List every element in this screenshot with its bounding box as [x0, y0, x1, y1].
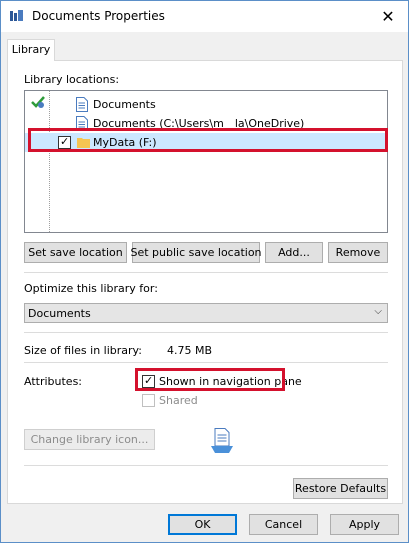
set-public-save-location-button[interactable]: Set public save location	[130, 242, 262, 263]
location-name: Documents	[93, 98, 156, 111]
separator	[24, 465, 388, 466]
library-app-icon	[10, 10, 23, 21]
optimize-selected-value: Documents	[28, 307, 91, 320]
close-icon: ✕	[381, 7, 395, 26]
list-item-selected[interactable]: ✓ MyData (F:)	[25, 133, 387, 152]
size-label: Size of files in library:	[24, 344, 142, 357]
shown-in-nav-pane-label: Shown in navigation pane	[159, 375, 302, 388]
shared-checkbox[interactable]	[142, 394, 155, 407]
ok-button[interactable]: OK	[168, 514, 237, 535]
optimize-dropdown[interactable]: Documents ⌵	[24, 303, 388, 323]
tab-library[interactable]: Library	[7, 39, 55, 61]
properties-window: Documents Properties ✕ Library Library l…	[0, 0, 409, 543]
shown-in-nav-pane-checkbox[interactable]: ✓	[142, 374, 155, 388]
library-locations-list[interactable]: Documents Documents (C:\Users\m__la\OneD…	[24, 90, 388, 233]
apply-button[interactable]: Apply	[330, 514, 399, 535]
mydata-checkbox[interactable]: ✓	[58, 135, 71, 149]
cancel-button[interactable]: Cancel	[249, 514, 318, 535]
optimize-label: Optimize this library for:	[24, 282, 158, 295]
list-item[interactable]: Documents	[25, 95, 387, 114]
title-bar: Documents Properties ✕	[1, 1, 408, 32]
separator	[24, 362, 388, 363]
shared-label: Shared	[159, 394, 198, 407]
separator	[24, 332, 388, 333]
chevron-down-icon: ⌵	[374, 306, 382, 317]
checkmark-icon: ✓	[60, 135, 70, 148]
folder-icon	[77, 138, 90, 148]
add-button[interactable]: Add...	[265, 242, 323, 263]
library-tab-panel: Library locations: Documents Documents (…	[7, 60, 403, 504]
library-document-icon	[211, 428, 233, 453]
document-icon	[76, 116, 88, 131]
checkmark-icon: ✓	[144, 374, 154, 387]
list-item[interactable]: Documents (C:\Users\m__la\OneDrive)	[25, 114, 387, 133]
location-name: Documents (C:\Users\m__la\OneDrive)	[93, 117, 305, 130]
change-library-icon-button[interactable]: Change library icon...	[24, 429, 155, 450]
window-title: Documents Properties	[32, 9, 165, 23]
size-value: 4.75 MB	[167, 344, 213, 357]
remove-button[interactable]: Remove	[328, 242, 388, 263]
set-save-location-button[interactable]: Set save location	[24, 242, 127, 263]
attributes-label: Attributes:	[24, 375, 83, 388]
close-button[interactable]: ✕	[368, 1, 408, 32]
document-icon	[76, 97, 88, 112]
library-locations-label: Library locations:	[24, 73, 120, 86]
location-name: MyData (F:)	[93, 136, 157, 149]
separator	[24, 272, 388, 273]
restore-defaults-button[interactable]: Restore Defaults	[293, 478, 388, 499]
